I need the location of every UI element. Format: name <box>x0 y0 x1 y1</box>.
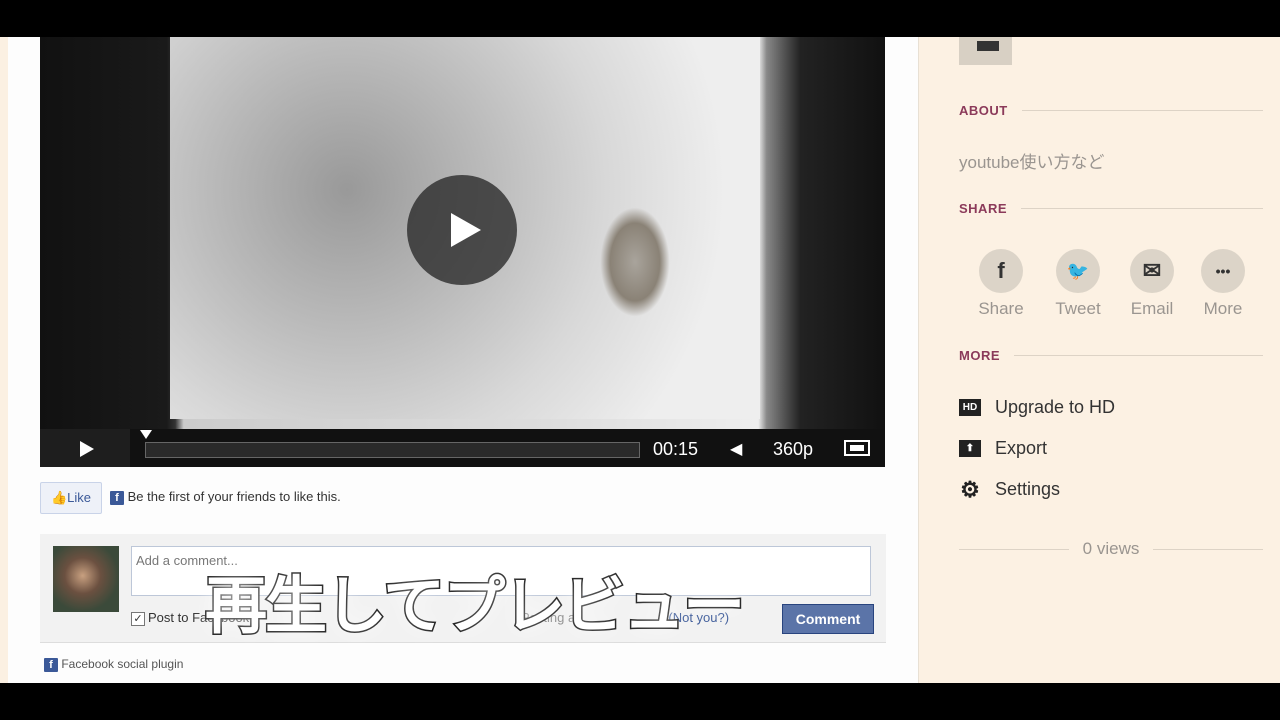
progress-bar[interactable] <box>145 442 640 458</box>
settings-label: Settings <box>995 479 1061 499</box>
video-player[interactable] <box>40 37 885 429</box>
upgrade-hd-label: Upgrade to HD <box>995 397 1116 417</box>
email-label: Email <box>1130 299 1174 318</box>
thumbs-up-icon: 👍 <box>50 490 68 505</box>
export-item[interactable]: ⬆ Export <box>959 438 1047 459</box>
like-text: Be the first of your friends to like thi… <box>127 489 341 504</box>
plugin-label[interactable]: Facebook social plugin <box>61 657 183 671</box>
share-heading: SHARE <box>959 201 1263 216</box>
avatar <box>53 546 119 612</box>
email-icon: ✉ <box>1130 249 1174 293</box>
fullscreen-icon[interactable] <box>844 440 870 456</box>
tweet-label: Tweet <box>1055 299 1101 318</box>
export-label: Export <box>995 438 1048 458</box>
letterbox-bottom <box>0 683 1280 720</box>
divider <box>959 548 1069 550</box>
time-display: 00:15 <box>653 439 699 459</box>
divider <box>1021 110 1263 111</box>
like-label: Like <box>67 490 92 505</box>
volume-icon[interactable]: ◀ <box>730 439 742 459</box>
divider <box>1014 355 1263 356</box>
video-figure <box>600 207 670 317</box>
export-icon: ⬆ <box>959 440 981 457</box>
big-play-button[interactable] <box>407 175 517 285</box>
facebook-icon: f <box>979 249 1023 293</box>
facebook-icon: f <box>44 658 58 672</box>
facebook-plugin-footer: f Facebook social plugin <box>44 657 183 672</box>
like-social-text: f Be the first of your friends to like t… <box>110 489 341 505</box>
share-twitter-button[interactable]: 🐦 Tweet <box>1043 249 1113 319</box>
user-avatar[interactable] <box>959 37 1012 65</box>
share-email-button[interactable]: ✉ Email <box>1117 249 1187 319</box>
page-margin <box>0 37 8 683</box>
more-icon: ••• <box>1201 249 1245 293</box>
like-button[interactable]: 👍Like <box>40 482 102 514</box>
hd-icon: HD <box>959 399 981 416</box>
letterbox-top <box>0 0 1280 37</box>
more-heading-text: MORE <box>959 348 1000 363</box>
facebook-icon: f <box>110 491 124 505</box>
comment-button[interactable]: Comment <box>782 604 874 634</box>
sidebar: ABOUT youtube使い方など SHARE f Share 🐦 Tweet ✉… <box>919 37 1280 683</box>
about-heading: ABOUT <box>959 103 1263 118</box>
gear-icon: ⚙ <box>960 477 980 502</box>
upgrade-hd-item[interactable]: HD Upgrade to HD <box>959 397 1115 418</box>
checkbox[interactable]: ✓ <box>131 611 145 626</box>
views-text: 0 views <box>1082 539 1140 558</box>
about-heading-text: ABOUT <box>959 103 1008 118</box>
playhead-marker[interactable] <box>140 430 152 439</box>
play-button[interactable] <box>40 429 130 467</box>
view-count: 0 views <box>959 539 1263 559</box>
divider <box>1021 208 1263 209</box>
video-caption-overlay: 再生してプレビュー <box>203 568 746 644</box>
share-more-button[interactable]: ••• More <box>1188 249 1258 319</box>
share-label: Share <box>978 299 1024 318</box>
share-heading-text: SHARE <box>959 201 1008 216</box>
settings-item[interactable]: ⚙ Settings <box>959 477 1061 502</box>
quality-button[interactable]: 360p <box>773 439 813 460</box>
about-text: youtube使い方など <box>959 153 1105 172</box>
divider <box>1153 548 1263 550</box>
player-controls: 00:15 ◀ 360p <box>40 429 885 467</box>
more-label: More <box>1203 299 1243 318</box>
more-heading: MORE <box>959 348 1263 363</box>
twitter-icon: 🐦 <box>1056 249 1100 293</box>
share-facebook-button[interactable]: f Share <box>966 249 1036 319</box>
